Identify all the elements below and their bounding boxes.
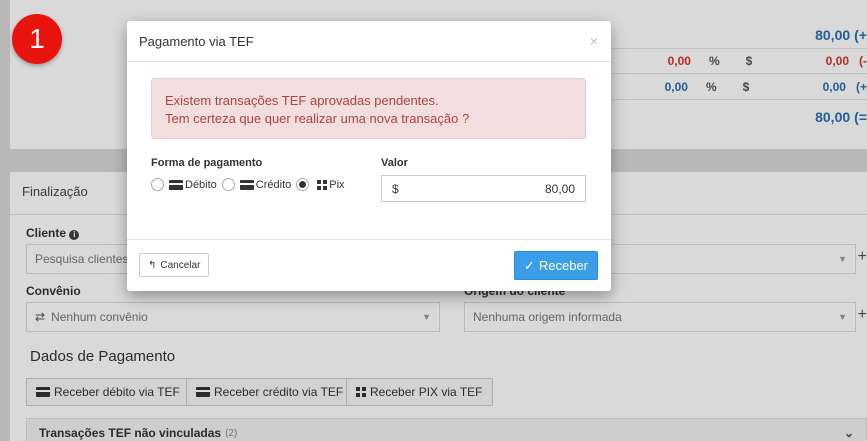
forma-pagamento-label: Forma de pagamento <box>151 157 263 169</box>
radio-credito[interactable]: Crédito <box>221 178 291 191</box>
check-icon: ✓ <box>523 257 535 273</box>
radio-button-checked[interactable] <box>296 178 310 191</box>
cancel-button[interactable]: ↰ Cancelar <box>139 253 210 277</box>
radio-button[interactable] <box>221 178 235 191</box>
valor-input[interactable]: $ 80,00 <box>381 175 586 202</box>
alert-line-2: Tem certeza que quer realizar uma nova t… <box>165 111 470 126</box>
modal-footer-divider <box>127 239 611 240</box>
radio-pix[interactable]: Pix <box>296 178 345 191</box>
credit-card-icon <box>169 179 183 190</box>
valor-value: 80,00 <box>544 181 575 196</box>
close-icon[interactable]: × <box>590 33 598 49</box>
pagamento-tef-modal: Pagamento via TEF × Existem transações T… <box>127 21 611 291</box>
alert-line-1: Existem transações TEF aprovadas pendent… <box>165 93 439 108</box>
undo-icon: ↰ <box>148 259 157 271</box>
valor-label: Valor <box>381 157 408 169</box>
modal-header: Pagamento via TEF × <box>127 21 611 62</box>
forma-pagamento-radios: Débito Crédito Pix <box>151 178 350 191</box>
radio-debito[interactable]: Débito <box>151 178 217 191</box>
radio-button[interactable] <box>151 178 164 191</box>
modal-title: Pagamento via TEF <box>139 33 254 49</box>
receber-button[interactable]: ✓ Receber <box>513 251 598 280</box>
qrcode-icon <box>317 179 328 190</box>
credit-card-icon <box>239 179 254 190</box>
pending-transactions-alert: Existem transações TEF aprovadas pendent… <box>151 78 586 139</box>
step-badge: 1 <box>12 14 62 64</box>
currency-symbol: $ <box>392 181 399 196</box>
